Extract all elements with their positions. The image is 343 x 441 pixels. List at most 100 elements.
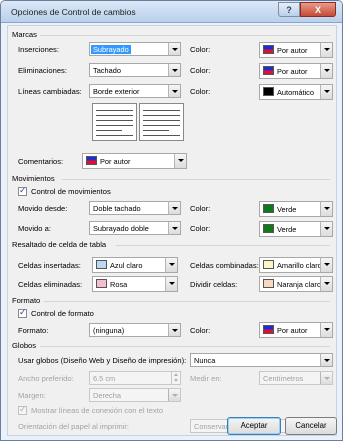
movido-desde-color-combo[interactable]: Verde bbox=[259, 201, 333, 217]
chevron-down-icon[interactable] bbox=[168, 324, 180, 336]
close-button[interactable]: X bbox=[300, 2, 336, 17]
eliminaciones-label: Eliminaciones: bbox=[18, 66, 67, 75]
movido-a-combo[interactable]: Subrayado doble bbox=[89, 221, 181, 235]
chevron-down-icon[interactable] bbox=[165, 277, 177, 291]
spinner-arrows-icon[interactable] bbox=[171, 372, 180, 384]
chevron-down-icon[interactable] bbox=[174, 154, 186, 168]
preview-line bbox=[143, 110, 180, 111]
color-swatch bbox=[263, 45, 274, 54]
chevron-down-icon[interactable] bbox=[165, 258, 177, 272]
margen-label: Margen: bbox=[18, 391, 46, 400]
usar-globos-label: Usar globos (Diseño Web y Diseño de impr… bbox=[18, 356, 187, 365]
mostrar-lineas-checkbox[interactable] bbox=[18, 404, 27, 415]
chevron-down-icon[interactable] bbox=[320, 323, 332, 337]
preview-line bbox=[96, 130, 122, 131]
chevron-down-icon[interactable] bbox=[320, 202, 332, 216]
color-swatch bbox=[263, 66, 274, 75]
comentarios-label: Comentarios: bbox=[18, 157, 64, 166]
color-swatch bbox=[263, 279, 274, 288]
section-divider bbox=[116, 245, 330, 246]
usar-globos-combo[interactable]: Nunca bbox=[190, 353, 333, 367]
section-marcas-heading: Marcas bbox=[12, 30, 37, 39]
preview-line bbox=[96, 120, 133, 121]
chevron-down-icon[interactable] bbox=[320, 85, 332, 99]
comentarios-color-combo[interactable]: Por autor bbox=[82, 153, 187, 169]
section-globos-heading: Globos bbox=[12, 341, 37, 350]
section-divider bbox=[40, 35, 330, 36]
section-resaltado-heading: Resaltado de celda de tabla bbox=[12, 240, 107, 249]
lineas-value: Borde exterior bbox=[93, 87, 140, 96]
medir-en-combo[interactable]: Centímetros bbox=[259, 371, 333, 385]
aceptar-button[interactable]: Aceptar bbox=[227, 417, 281, 435]
color-swatch bbox=[263, 87, 274, 96]
formato-combo[interactable]: (ninguna) bbox=[89, 323, 181, 337]
chevron-down-icon[interactable] bbox=[320, 64, 332, 78]
chevron-down-icon[interactable] bbox=[168, 389, 180, 401]
celdas-insertadas-label: Celdas insertadas: bbox=[18, 261, 81, 270]
inserciones-color-combo[interactable]: Por autor bbox=[259, 42, 333, 58]
dialog-body: Marcas Inserciones: Subrayado Color: Por… bbox=[7, 25, 337, 436]
orientacion-value: Conservar bbox=[194, 422, 229, 431]
control-movimientos-label: Control de movimientos bbox=[31, 187, 111, 196]
margen-value: Derecha bbox=[93, 391, 121, 400]
dividir-celdas-value: Naranja claro bbox=[277, 280, 321, 289]
lineas-combo[interactable]: Borde exterior bbox=[89, 84, 181, 98]
title-bar[interactable]: Opciones de Control de cambios ? X bbox=[1, 1, 342, 23]
color-swatch bbox=[263, 260, 274, 269]
dialog-window: Opciones de Control de cambios ? X Marca… bbox=[0, 0, 343, 441]
ancho-preferido-value: 6.5 cm bbox=[93, 374, 116, 383]
chevron-down-icon[interactable] bbox=[320, 354, 332, 366]
chevron-down-icon[interactable] bbox=[320, 43, 332, 57]
formato-color-value: Por autor bbox=[277, 326, 308, 335]
eliminaciones-color-combo[interactable]: Por autor bbox=[259, 63, 333, 79]
lineas-color-combo[interactable]: Automático bbox=[259, 84, 333, 100]
movido-desde-color-label: Color: bbox=[190, 204, 211, 213]
section-divider bbox=[40, 346, 330, 347]
ancho-preferido-label: Ancho preferido: bbox=[18, 374, 74, 383]
preview-box-right bbox=[139, 103, 184, 141]
preview-box-left bbox=[92, 103, 137, 141]
control-formato-checkbox[interactable] bbox=[18, 307, 27, 318]
chevron-down-icon[interactable] bbox=[168, 85, 180, 97]
celdas-combinadas-label: Celdas combinadas: bbox=[190, 261, 259, 270]
help-button[interactable]: ? bbox=[278, 2, 300, 17]
chevron-down-icon[interactable] bbox=[168, 64, 180, 76]
section-divider bbox=[62, 179, 330, 180]
margen-combo[interactable]: Derecha bbox=[89, 388, 181, 402]
chevron-down-icon[interactable] bbox=[320, 222, 332, 236]
movido-a-value: Subrayado doble bbox=[93, 224, 149, 233]
inserciones-color-label: Color: bbox=[190, 45, 211, 54]
movido-a-color-value: Verde bbox=[277, 225, 297, 234]
celdas-combinadas-value: Amarillo claro bbox=[277, 261, 322, 270]
dividir-celdas-combo[interactable]: Naranja claro bbox=[259, 276, 333, 292]
celdas-eliminadas-combo[interactable]: Rosa bbox=[92, 276, 178, 292]
control-movimientos-checkbox[interactable] bbox=[18, 185, 27, 196]
usar-globos-value: Nunca bbox=[194, 356, 216, 365]
chevron-down-icon[interactable] bbox=[168, 43, 180, 55]
section-movimientos-heading: Movimientos bbox=[12, 174, 55, 183]
chevron-down-icon[interactable] bbox=[168, 202, 180, 214]
inserciones-combo[interactable]: Subrayado bbox=[89, 42, 181, 56]
movido-a-label: Movido a: bbox=[18, 224, 51, 233]
preview-line bbox=[143, 115, 180, 116]
chevron-down-icon[interactable] bbox=[320, 277, 332, 291]
medir-en-label: Medir en: bbox=[190, 374, 222, 383]
color-swatch bbox=[96, 279, 107, 288]
movido-a-color-combo[interactable]: Verde bbox=[259, 221, 333, 237]
eliminaciones-combo[interactable]: Tachado bbox=[89, 63, 181, 77]
formato-color-label: Color: bbox=[190, 326, 211, 335]
cancelar-button[interactable]: Cancelar bbox=[285, 417, 337, 435]
dividir-celdas-label: Dividir celdas: bbox=[190, 280, 238, 289]
lineas-color-value: Automático bbox=[277, 88, 314, 97]
movido-desde-combo[interactable]: Doble tachado bbox=[89, 201, 181, 215]
color-swatch bbox=[96, 260, 107, 269]
lineas-label: Líneas cambiadas: bbox=[18, 87, 82, 96]
section-divider bbox=[44, 301, 330, 302]
celdas-combinadas-combo[interactable]: Amarillo claro bbox=[259, 257, 333, 273]
formato-color-combo[interactable]: Por autor bbox=[259, 322, 333, 338]
chevron-down-icon[interactable] bbox=[320, 258, 332, 272]
celdas-insertadas-combo[interactable]: Azul claro bbox=[92, 257, 178, 273]
ancho-preferido-spinner[interactable]: 6.5 cm bbox=[89, 371, 181, 385]
chevron-down-icon[interactable] bbox=[320, 372, 332, 384]
chevron-down-icon[interactable] bbox=[168, 222, 180, 234]
